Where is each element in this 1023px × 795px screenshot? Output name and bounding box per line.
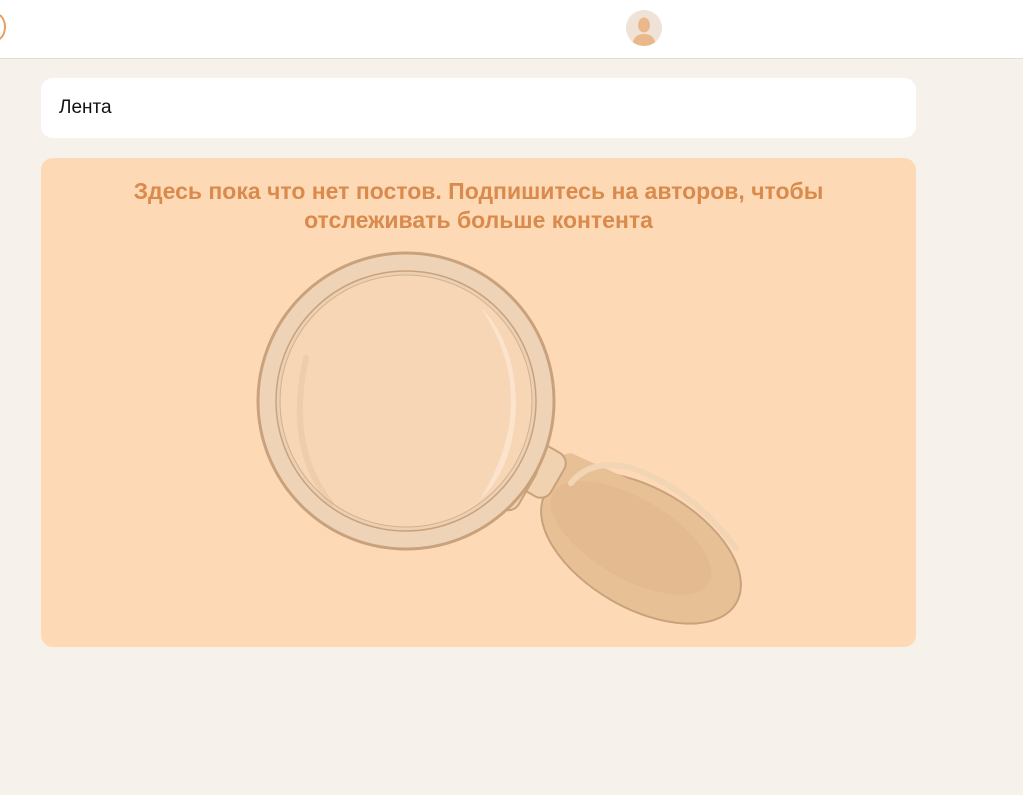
logo-icon[interactable] — [0, 13, 6, 41]
top-bar — [0, 0, 1023, 59]
empty-feed-message: Здесь пока что нет постов. Подпишитесь н… — [133, 178, 824, 233]
feed-header: Лента — [41, 78, 916, 138]
empty-feed-card: Здесь пока что нет постов. Подпишитесь н… — [41, 158, 916, 647]
page-title: Лента — [59, 97, 112, 118]
magnifying-glass-icon — [211, 248, 771, 643]
user-avatar-icon[interactable] — [626, 10, 662, 46]
